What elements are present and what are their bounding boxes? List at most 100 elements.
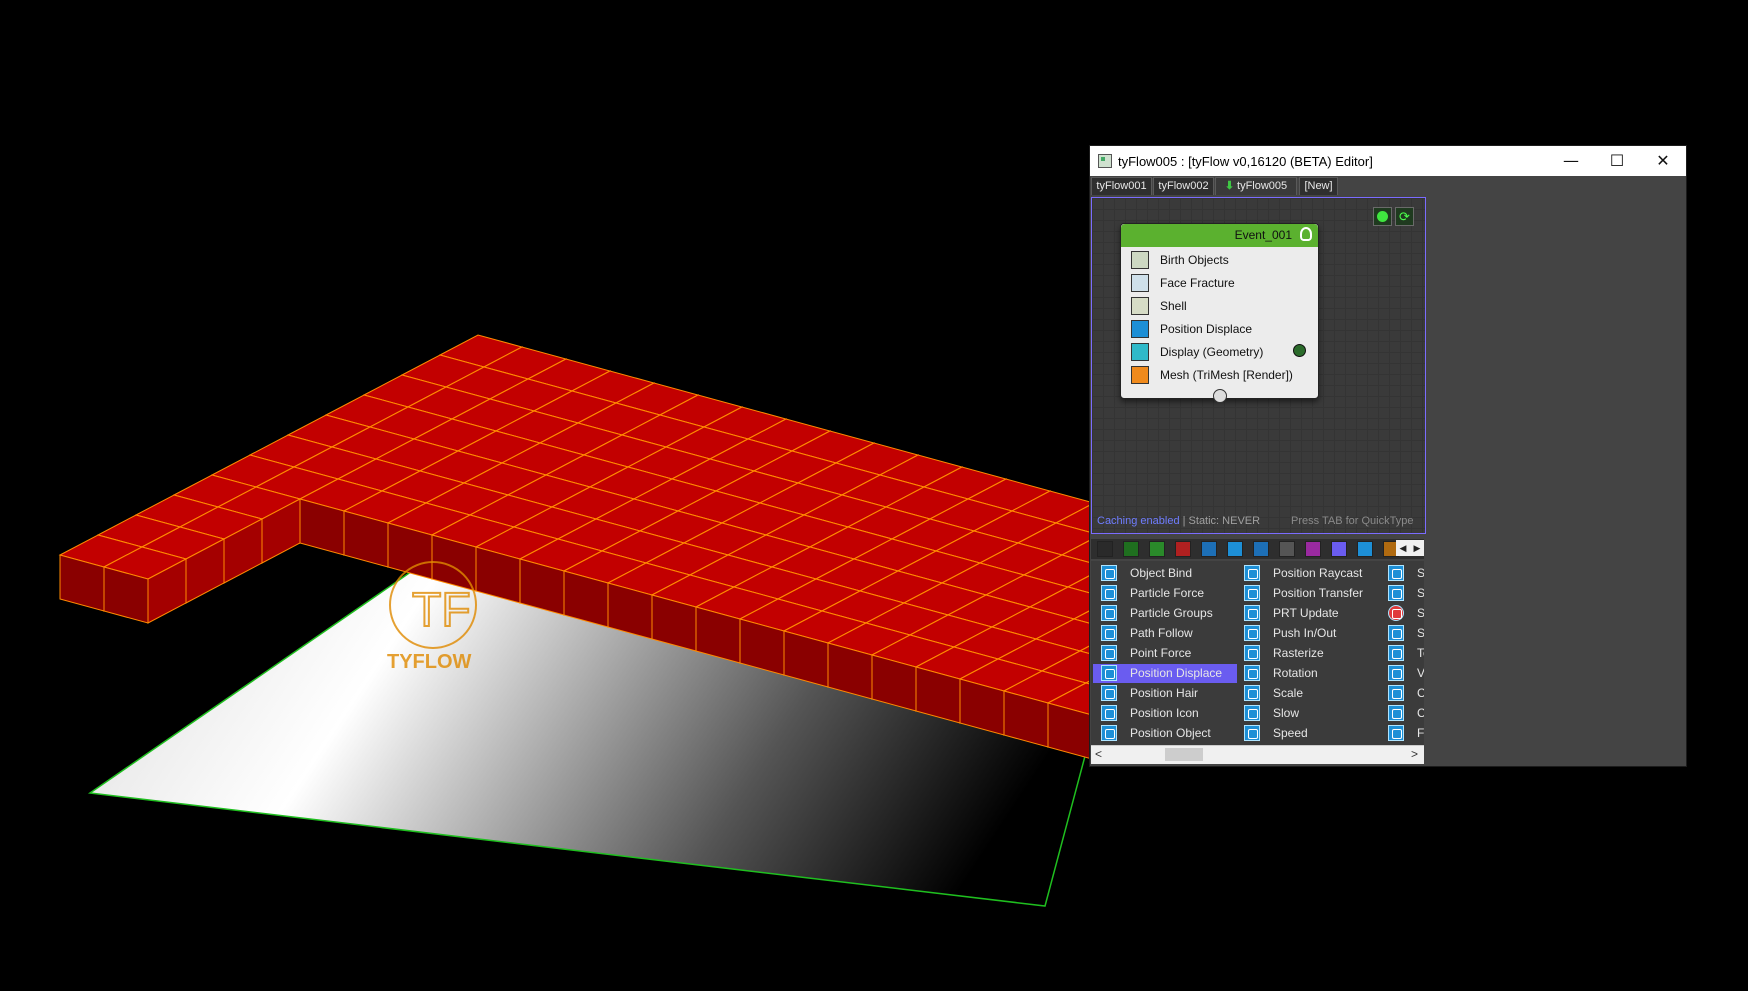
category-button[interactable]: [1227, 541, 1243, 557]
palette-item[interactable]: Particle Force: [1091, 584, 1234, 603]
operator-shell[interactable]: Shell: [1131, 295, 1311, 317]
tab-new[interactable]: [New]: [1299, 177, 1338, 195]
maximize-button[interactable]: ☐: [1594, 146, 1640, 176]
operator-icon: [1244, 625, 1260, 641]
scroll-left-icon[interactable]: <: [1095, 747, 1102, 761]
category-button[interactable]: [1331, 541, 1347, 557]
palette-item[interactable]: Su: [1378, 624, 1424, 643]
title-bar[interactable]: tyFlow005 : [tyFlow v0,16120 (BETA) Edit…: [1090, 146, 1686, 176]
category-button[interactable]: [1175, 541, 1191, 557]
palette-item[interactable]: Rasterize: [1234, 644, 1377, 663]
palette-scrollbar[interactable]: < >: [1091, 745, 1424, 764]
category-button[interactable]: [1149, 541, 1165, 557]
palette-item-label: Position Displace: [1130, 666, 1223, 680]
tyflow-editor-window[interactable]: tyFlow005 : [tyFlow v0,16120 (BETA) Edit…: [1090, 146, 1686, 766]
position-displace-icon: [1131, 320, 1149, 338]
palette-item[interactable]: Sp: [1378, 564, 1424, 583]
palette-item[interactable]: PRT Update: [1234, 604, 1377, 623]
palette-item-label: Position Transfer: [1273, 586, 1364, 600]
palette-item-label: Sp: [1417, 586, 1424, 600]
category-button[interactable]: [1253, 541, 1269, 557]
operator-icon: [1244, 645, 1260, 661]
operator-face-fracture[interactable]: Face Fracture: [1131, 272, 1311, 294]
scroll-thumb[interactable]: [1165, 748, 1203, 761]
operator-icon: [1101, 625, 1117, 641]
operator-icon: [1244, 605, 1260, 621]
palette-item[interactable]: St: [1378, 604, 1424, 623]
scroll-right-icon[interactable]: >: [1411, 747, 1418, 761]
palette-item[interactable]: Particle Groups: [1091, 604, 1234, 623]
palette-item[interactable]: Position Raycast: [1234, 564, 1377, 583]
operator-icon: [1388, 605, 1404, 621]
palette-item[interactable]: Vi: [1378, 664, 1424, 683]
operator-position-displace[interactable]: Position Displace: [1131, 318, 1311, 340]
palette-item-label: Sp: [1417, 566, 1424, 580]
operator-icon: [1388, 625, 1404, 641]
category-button[interactable]: [1201, 541, 1217, 557]
palette-item[interactable]: Position Displace: [1091, 664, 1237, 683]
palette-item-label: Particle Groups: [1130, 606, 1213, 620]
palette-item-label: Su: [1417, 626, 1424, 640]
palette-item[interactable]: Te: [1378, 644, 1424, 663]
face-fracture-icon: [1131, 274, 1149, 292]
palette-item-label: Position Hair: [1130, 686, 1199, 700]
palette-item-label: Position Icon: [1130, 706, 1199, 720]
palette-item-label: Rasterize: [1273, 646, 1324, 660]
operator-icon: [1101, 665, 1117, 681]
window-title: tyFlow005 : [tyFlow v0,16120 (BETA) Edit…: [1118, 154, 1373, 169]
run-button[interactable]: [1373, 207, 1392, 226]
event-node[interactable]: Event_001 Birth Objects Face Fracture Sh…: [1120, 223, 1319, 403]
caching-status: Caching enabled: [1097, 515, 1180, 527]
palette-item[interactable]: Slow: [1234, 704, 1377, 723]
category-button[interactable]: [1305, 541, 1321, 557]
palette-item-label: Rotation: [1273, 666, 1318, 680]
logo-glyph: TF: [412, 584, 471, 637]
category-button[interactable]: [1123, 541, 1139, 557]
tab-tyflow002[interactable]: tyFlow002: [1153, 177, 1214, 195]
node-graph[interactable]: ⟳ Event_001 Birth Objects Face Fracture …: [1091, 197, 1426, 534]
tab-tyflow005[interactable]: ⬇ tyFlow005: [1215, 177, 1297, 195]
category-button[interactable]: [1357, 541, 1373, 557]
palette-item[interactable]: Point Force: [1091, 644, 1234, 663]
palette-item[interactable]: Fl: [1378, 724, 1424, 743]
tab-tyflow001[interactable]: tyFlow001: [1091, 177, 1152, 195]
palette-item[interactable]: Position Icon: [1091, 704, 1234, 723]
palette-item[interactable]: Object Bind: [1091, 564, 1234, 583]
toolbar-prev-icon[interactable]: ◀: [1396, 540, 1410, 556]
lightbulb-icon[interactable]: [1300, 227, 1312, 241]
operator-display-geometry[interactable]: Display (Geometry): [1131, 341, 1311, 363]
palette-item[interactable]: Push In/Out: [1234, 624, 1377, 643]
operator-icon: [1244, 565, 1260, 581]
palette-item-label: Te: [1417, 646, 1424, 660]
palette-item[interactable]: Position Hair: [1091, 684, 1234, 703]
operator-icon: [1101, 605, 1117, 621]
close-button[interactable]: ✕: [1640, 146, 1686, 176]
toolbar-next-icon[interactable]: ▶: [1410, 540, 1424, 556]
category-button[interactable]: [1279, 541, 1295, 557]
operator-mesh[interactable]: Mesh (TriMesh [Render]): [1131, 364, 1311, 386]
properties-panel: [1427, 197, 1684, 765]
palette-item[interactable]: Sp: [1378, 584, 1424, 603]
operator-icon: [1101, 645, 1117, 661]
operator-icon: [1388, 645, 1404, 661]
palette-item[interactable]: Scale: [1234, 684, 1377, 703]
palette-item[interactable]: Position Transfer: [1234, 584, 1377, 603]
operator-palette[interactable]: Object Bind Particle Force Particle Groups…: [1091, 561, 1424, 746]
palette-item[interactable]: Rotation: [1234, 664, 1377, 683]
minimize-button[interactable]: —: [1548, 146, 1594, 176]
palette-item[interactable]: C: [1378, 684, 1424, 703]
palette-item[interactable]: Position Object: [1091, 724, 1234, 743]
display-color-swatch[interactable]: [1293, 344, 1306, 357]
event-header[interactable]: Event_001: [1121, 224, 1318, 247]
palette-item[interactable]: C: [1378, 704, 1424, 723]
operator-birth-objects[interactable]: Birth Objects: [1131, 249, 1311, 271]
refresh-icon[interactable]: ⟳: [1395, 207, 1414, 226]
flow-tabs: tyFlow001 tyFlow002 ⬇ tyFlow005 [New]: [1090, 177, 1686, 195]
palette-item[interactable]: Speed: [1234, 724, 1377, 743]
palette-item-label: C: [1417, 706, 1424, 720]
palette-item[interactable]: Path Follow: [1091, 624, 1234, 643]
operator-icon: [1244, 685, 1260, 701]
event-output-socket[interactable]: [1213, 389, 1227, 403]
category-button[interactable]: [1097, 541, 1113, 557]
app-icon: [1098, 154, 1112, 168]
